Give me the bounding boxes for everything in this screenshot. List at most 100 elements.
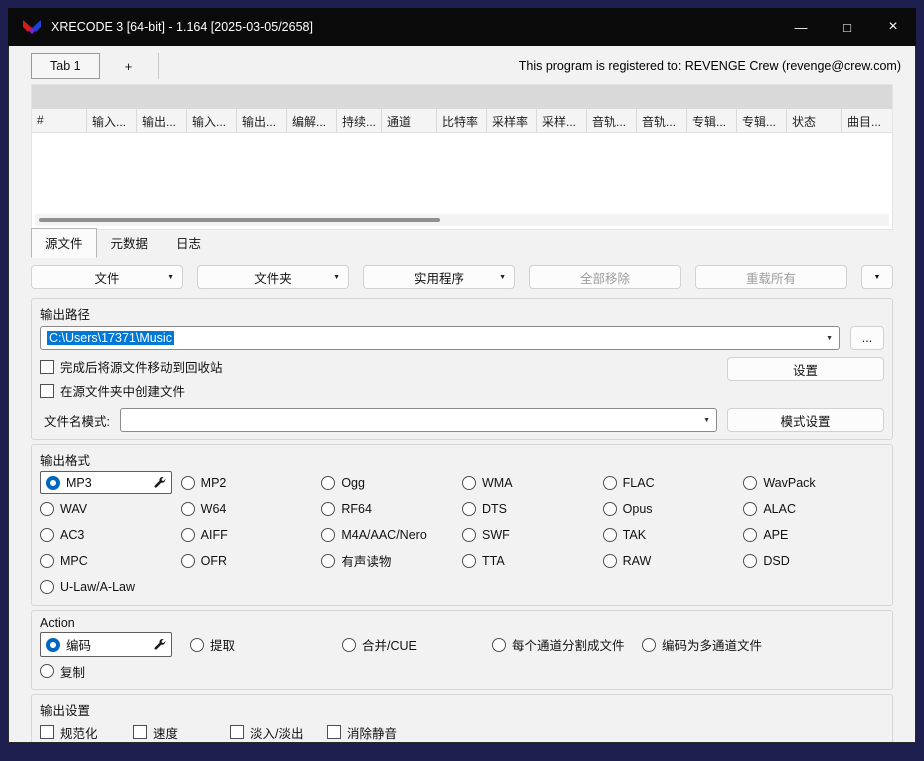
minimize-button[interactable]: —	[778, 8, 824, 46]
title-bar: XRECODE 3 [64-bit] - 1.164 [2025-03-05/2…	[8, 8, 916, 46]
file-dropdown-button[interactable]: 文件 ▼	[31, 265, 183, 289]
tab-log[interactable]: 日志	[162, 228, 215, 258]
radio-icon	[181, 476, 195, 490]
format-option-mp3[interactable]: MP3	[40, 471, 172, 494]
format-label-audiobook: 有声读物	[341, 551, 391, 570]
action-option-encode-multichannel[interactable]: 编码为多通道文件	[642, 635, 884, 654]
format-label-tak: TAK	[623, 528, 646, 542]
pattern-settings-button[interactable]: 模式设置	[727, 408, 884, 432]
fade-in-out-checkbox[interactable]: 淡入/淡出	[230, 723, 327, 742]
format-option-raw[interactable]: RAW	[603, 549, 744, 572]
settings-grid: 规范化 速度 淡入/淡出 消除静音	[40, 721, 884, 743]
horizontal-scrollbar[interactable]	[35, 214, 889, 226]
format-option-tak[interactable]: TAK	[603, 523, 744, 546]
tab-1[interactable]: Tab 1	[31, 53, 100, 79]
create-in-source-checkbox[interactable]: 在源文件夹中创建文件	[40, 381, 185, 400]
column-header-samplerate[interactable]: 采样率	[487, 109, 537, 132]
column-header-album1[interactable]: 专辑...	[687, 109, 737, 132]
browse-button[interactable]: ...	[850, 326, 884, 350]
format-option-m4a-aac-nero[interactable]: M4A/AAC/Nero	[321, 523, 462, 546]
remove-all-label: 全部移除	[580, 268, 630, 287]
column-header-channels[interactable]: 通道	[382, 109, 437, 132]
action-option-merge-cue[interactable]: 合并/CUE	[342, 635, 492, 654]
column-header-album2[interactable]: 专辑...	[737, 109, 787, 132]
move-to-recycle-checkbox[interactable]: 完成后将源文件移动到回收站	[40, 357, 223, 376]
radio-icon	[743, 554, 757, 568]
format-option-mpc[interactable]: MPC	[40, 549, 181, 572]
format-option-mp2[interactable]: MP2	[181, 471, 322, 494]
format-option-wma[interactable]: WMA	[462, 471, 603, 494]
filename-pattern-label: 文件名模式:	[40, 411, 110, 430]
scrollbar-thumb[interactable]	[39, 218, 440, 222]
table-header-row: # 输入... 输出... 输入... 输出... 编解... 持续... 通道…	[32, 109, 892, 133]
column-header-output2[interactable]: 输出...	[237, 109, 287, 132]
chevron-down-icon: ▼	[499, 274, 506, 281]
format-option-tta[interactable]: TTA	[462, 549, 603, 572]
format-option-ac3[interactable]: AC3	[40, 523, 181, 546]
radio-icon	[181, 554, 195, 568]
maximize-button[interactable]: □	[824, 8, 870, 46]
action-option-copy[interactable]: 复制	[40, 662, 85, 681]
format-option-swf[interactable]: SWF	[462, 523, 603, 546]
column-header-title[interactable]: 曲目...	[842, 109, 892, 132]
output-path-group: 输出路径 C:\Users\17371\Music ▼ ... 完成后将源文件移…	[31, 298, 893, 440]
checkbox-icon	[40, 360, 54, 374]
tab-source-files[interactable]: 源文件	[31, 228, 97, 258]
table-body[interactable]	[32, 133, 892, 214]
format-option-wavpack[interactable]: WavPack	[743, 471, 884, 494]
radio-icon	[190, 638, 204, 652]
wrench-icon[interactable]	[153, 638, 166, 651]
utilities-dropdown-button[interactable]: 实用程序 ▼	[363, 265, 515, 289]
format-option-ogg[interactable]: Ogg	[321, 471, 462, 494]
silence-removal-checkbox[interactable]: 消除静音	[327, 723, 884, 742]
format-option-w64[interactable]: W64	[181, 497, 322, 520]
format-option-alac[interactable]: ALAC	[743, 497, 884, 520]
format-option-dsd[interactable]: DSD	[743, 549, 884, 572]
app-logo-icon	[22, 19, 42, 36]
folder-dropdown-button[interactable]: 文件夹 ▼	[197, 265, 349, 289]
format-label-ogg: Ogg	[341, 476, 365, 490]
normalize-checkbox[interactable]: 规范化	[40, 723, 133, 742]
column-header-track2[interactable]: 音轨...	[637, 109, 687, 132]
format-option-ulaw-alaw[interactable]: U-Law/A-Law	[40, 575, 181, 598]
format-option-flac[interactable]: FLAC	[603, 471, 744, 494]
column-header-status[interactable]: 状态	[787, 109, 842, 132]
column-header-track1[interactable]: 音轨...	[587, 109, 637, 132]
filename-pattern-combobox[interactable]: ▼	[120, 408, 717, 432]
output-settings-group: 输出设置 规范化 速度 淡入/淡出 消除静音	[31, 694, 893, 743]
format-label-ulaw: U-Law/A-Law	[60, 580, 135, 594]
output-path-combobox[interactable]: C:\Users\17371\Music ▼	[40, 326, 840, 350]
close-button[interactable]: ×	[870, 8, 916, 46]
column-header-sample[interactable]: 采样...	[537, 109, 587, 132]
toolbar-more-dropdown-button[interactable]: ▼	[861, 265, 893, 289]
column-header-bitrate[interactable]: 比特率	[437, 109, 487, 132]
format-option-aiff[interactable]: AIFF	[181, 523, 322, 546]
format-label-ape: APE	[763, 528, 788, 542]
format-option-ape[interactable]: APE	[743, 523, 884, 546]
column-header-codec[interactable]: 编解...	[287, 109, 337, 132]
column-header-input2[interactable]: 输入...	[187, 109, 237, 132]
remove-all-button[interactable]: 全部移除	[529, 265, 681, 289]
action-option-extract[interactable]: 提取	[190, 635, 342, 654]
format-option-audiobook[interactable]: 有声读物	[321, 549, 462, 572]
action-option-split-per-channel[interactable]: 每个通道分割成文件	[492, 635, 642, 654]
format-option-wav[interactable]: WAV	[40, 497, 181, 520]
format-option-rf64[interactable]: RF64	[321, 497, 462, 520]
column-header-output1[interactable]: 输出...	[137, 109, 187, 132]
format-label-aiff: AIFF	[201, 528, 228, 542]
action-option-encode[interactable]: 编码	[40, 632, 172, 657]
settings-button[interactable]: 设置	[727, 357, 884, 381]
format-option-ofr[interactable]: OFR	[181, 549, 322, 572]
format-option-opus[interactable]: Opus	[603, 497, 744, 520]
column-header-number[interactable]: #	[32, 109, 87, 132]
column-header-duration[interactable]: 持续...	[337, 109, 382, 132]
reload-all-button[interactable]: 重载所有	[695, 265, 847, 289]
add-tab-button[interactable]: +	[100, 53, 158, 79]
wrench-icon[interactable]	[153, 476, 166, 489]
fade-label: 淡入/淡出	[250, 723, 303, 742]
format-label-w64: W64	[201, 502, 227, 516]
format-option-dts[interactable]: DTS	[462, 497, 603, 520]
speed-checkbox[interactable]: 速度	[133, 723, 230, 742]
column-header-input1[interactable]: 输入...	[87, 109, 137, 132]
tab-metadata[interactable]: 元数据	[97, 228, 163, 258]
